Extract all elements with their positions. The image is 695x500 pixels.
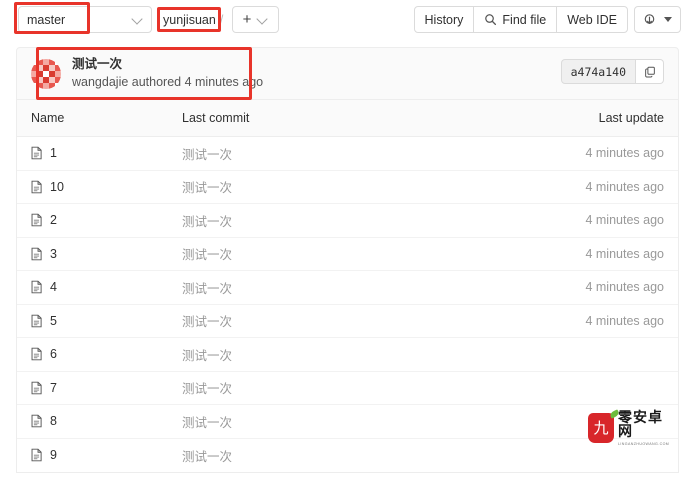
table-row[interactable]: 5 测试一次 4 minutes ago <box>17 305 678 338</box>
copy-sha-button[interactable] <box>636 59 664 84</box>
caret-down-icon <box>664 17 672 22</box>
table-row[interactable]: 10 测试一次 4 minutes ago <box>17 171 678 204</box>
row-last-update: 4 minutes ago <box>585 213 664 228</box>
file-name-label: 8 <box>50 414 57 429</box>
table-row[interactable]: 2 测试一次 4 minutes ago <box>17 204 678 238</box>
table-row[interactable]: 6 测试一次 <box>17 338 678 372</box>
file-icon <box>31 414 43 428</box>
commit-title[interactable]: 测试一次 <box>72 56 263 73</box>
history-button[interactable]: History <box>413 6 475 33</box>
file-entry[interactable]: 3 <box>31 247 182 261</box>
web-ide-button[interactable]: Web IDE <box>556 6 628 33</box>
table-row[interactable]: 4 测试一次 4 minutes ago <box>17 271 678 305</box>
watermark-seal-icon: 九 <box>588 409 620 443</box>
chevron-down-icon <box>132 14 143 25</box>
column-header-last-update: Last update <box>598 111 664 125</box>
file-entry[interactable]: 2 <box>31 213 182 227</box>
row-last-commit[interactable]: 测试一次 <box>182 412 528 431</box>
branch-name-label: master <box>27 12 66 27</box>
table-row[interactable]: 1 测试一次 4 minutes ago <box>17 137 678 171</box>
file-entry[interactable]: 9 <box>31 448 182 462</box>
file-icon <box>31 247 43 261</box>
row-last-commit[interactable]: 测试一次 <box>182 244 528 263</box>
identicon-pattern <box>31 58 61 89</box>
repo-actions-group: History Find file Web IDE <box>413 6 681 33</box>
file-name-label: 10 <box>50 179 64 194</box>
file-icon <box>31 180 43 194</box>
row-last-commit[interactable]: 测试一次 <box>182 345 528 364</box>
add-to-tree-button[interactable]: + <box>232 6 279 33</box>
repository-file-browser: master yunjisuan / + History Find file W… <box>0 0 695 500</box>
search-icon <box>484 13 497 26</box>
watermark-main-text: 零安卓网 <box>618 409 663 440</box>
chevron-down-icon <box>257 14 268 25</box>
breadcrumb-separator: / <box>219 12 224 27</box>
row-last-commit[interactable]: 测试一次 <box>182 378 528 397</box>
plus-icon: + <box>242 10 252 28</box>
site-watermark: 九 零安卓网 LINGANZHUOWANG.COM <box>588 408 676 448</box>
find-file-button-label: Find file <box>502 12 547 27</box>
table-row[interactable]: 3 测试一次 4 minutes ago <box>17 238 678 271</box>
table-row[interactable]: 8 测试一次 <box>17 405 678 439</box>
file-name-label: 7 <box>50 380 57 395</box>
row-last-update: 4 minutes ago <box>585 246 664 261</box>
file-icon <box>31 347 43 361</box>
file-icon <box>31 280 43 294</box>
branch-selector[interactable]: master <box>18 6 152 33</box>
file-icon <box>31 146 43 160</box>
row-last-commit[interactable]: 测试一次 <box>182 211 528 230</box>
row-last-update: 4 minutes ago <box>585 313 664 328</box>
breadcrumb: yunjisuan / <box>163 6 227 33</box>
watermark-text: 零安卓网 LINGANZHUOWANG.COM <box>618 411 676 446</box>
file-name-label: 3 <box>50 246 57 261</box>
file-icon <box>31 213 43 227</box>
file-table-header: Name Last commit Last update <box>17 100 678 137</box>
file-entry[interactable]: 4 <box>31 280 182 294</box>
breadcrumb-repo-link[interactable]: yunjisuan <box>163 13 216 27</box>
column-header-name: Name <box>31 111 65 125</box>
row-last-update: 4 minutes ago <box>585 146 664 161</box>
file-name-label: 5 <box>50 313 57 328</box>
row-last-update: 4 minutes ago <box>585 179 664 194</box>
avatar <box>31 58 61 89</box>
row-last-commit[interactable]: 测试一次 <box>182 144 528 163</box>
download-icon <box>643 13 656 27</box>
row-last-commit[interactable]: 测试一次 <box>182 278 528 297</box>
copy-icon <box>644 66 656 78</box>
commit-sha-group: a474a140 <box>560 59 664 84</box>
row-last-commit[interactable]: 测试一次 <box>182 311 528 330</box>
clone-download-button[interactable] <box>634 6 681 33</box>
file-entry[interactable]: 10 <box>31 180 182 194</box>
file-name-label: 6 <box>50 347 57 362</box>
repo-toolbar: master yunjisuan / + History Find file W… <box>0 0 695 42</box>
file-entry[interactable]: 5 <box>31 314 182 328</box>
column-header-last-commit: Last commit <box>182 111 250 125</box>
table-row[interactable]: 9 测试一次 <box>17 439 678 473</box>
file-list-panel: Name Last commit Last update 1 测试一次 4 mi… <box>16 100 679 473</box>
row-last-update: 4 minutes ago <box>585 280 664 295</box>
web-ide-button-label: Web IDE <box>567 12 617 27</box>
row-last-commit[interactable]: 测试一次 <box>182 177 528 196</box>
file-entry[interactable]: 7 <box>31 381 182 395</box>
latest-commit-bar: 测试一次 wangdajie authored 4 minutes ago a4… <box>16 47 679 100</box>
file-entry[interactable]: 1 <box>31 146 182 160</box>
watermark-sub-text: LINGANZHUOWANG.COM <box>618 441 670 446</box>
file-name-label: 1 <box>50 146 57 161</box>
watermark-seal-char: 九 <box>593 418 609 437</box>
find-file-button[interactable]: Find file <box>473 6 558 33</box>
commit-sha[interactable]: a474a140 <box>560 59 636 84</box>
file-entry[interactable]: 8 <box>31 414 182 428</box>
commit-meta: wangdajie authored 4 minutes ago <box>72 75 264 89</box>
file-icon <box>31 448 43 462</box>
commit-summary: 测试一次 wangdajie authored 4 minutes ago <box>72 56 263 91</box>
history-button-label: History <box>424 12 464 27</box>
file-icon <box>31 381 43 395</box>
file-entry[interactable]: 6 <box>31 347 182 361</box>
table-row[interactable]: 7 测试一次 <box>17 372 678 405</box>
row-last-commit[interactable]: 测试一次 <box>182 446 528 465</box>
file-name-label: 2 <box>50 213 57 228</box>
file-icon <box>31 314 43 328</box>
file-name-label: 9 <box>50 448 57 463</box>
file-name-label: 4 <box>50 280 57 295</box>
